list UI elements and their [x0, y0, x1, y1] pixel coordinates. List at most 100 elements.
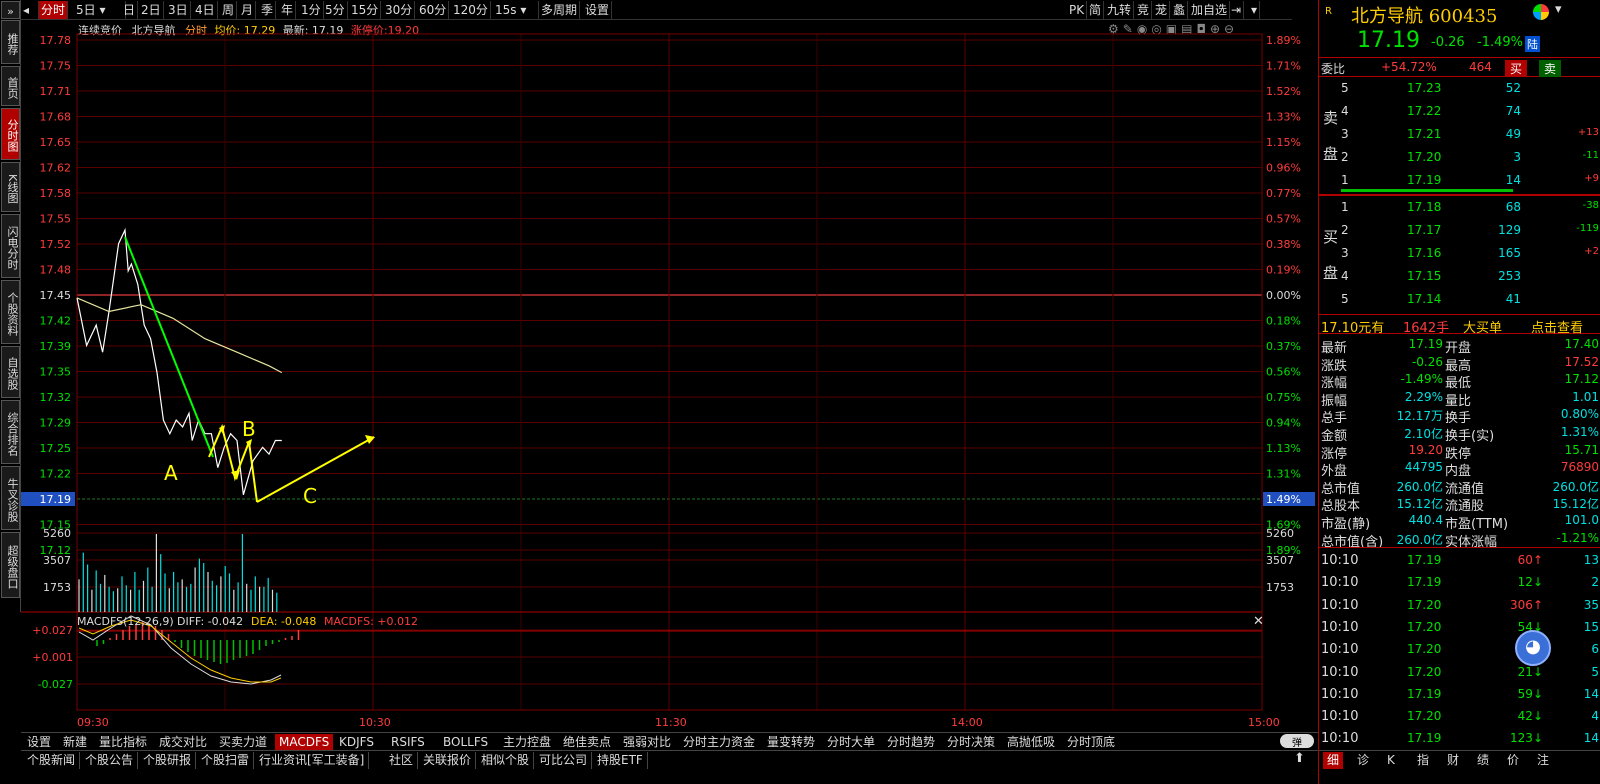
tab-30min[interactable]: 30分: [383, 1, 416, 19]
quote-tab[interactable]: 价: [1503, 752, 1523, 769]
tab-year[interactable]: 年: [279, 1, 297, 19]
quote-tab[interactable]: K: [1383, 752, 1399, 769]
menu-icon[interactable]: ▾: [1555, 2, 1562, 17]
tab-season[interactable]: 季: [259, 1, 277, 19]
indicator-tab[interactable]: 量比指标: [95, 734, 151, 751]
indicator-tab[interactable]: 分时主力资金: [679, 734, 759, 751]
indicator-tab[interactable]: 买卖力道: [215, 734, 271, 751]
quote-tab[interactable]: 指: [1413, 752, 1433, 769]
big-buy-row[interactable]: 17.10元有 1642手 大买单 点击查看: [1319, 314, 1600, 336]
indicator-tab[interactable]: 高抛低吸: [1003, 734, 1059, 751]
toolbar-prev-icon[interactable]: ◂: [21, 1, 39, 19]
quote-tab[interactable]: 绩: [1473, 752, 1493, 769]
exit-icon[interactable]: ⇥: [1229, 1, 1245, 19]
macd-close-icon[interactable]: ✕: [1253, 614, 1264, 629]
auction-button[interactable]: 竞: [1135, 1, 1153, 19]
sell-level[interactable]: 3 17.21 49 +13: [1319, 125, 1600, 143]
sidebar-item-diagnose[interactable]: 牛叉诊股: [1, 466, 20, 530]
sidebar-item-watchlist[interactable]: 自选股: [1, 346, 20, 398]
tab-1min[interactable]: 1分: [299, 1, 324, 19]
sidebar-arrow[interactable]: »: [1, 1, 20, 19]
sidebar-item-rank[interactable]: 综合排名: [1, 400, 20, 464]
sidebar-item-profile[interactable]: 个股资料: [1, 280, 20, 344]
tab-5min[interactable]: 5分: [323, 1, 348, 19]
sell-button[interactable]: 卖: [1539, 60, 1562, 77]
tab-timeshare[interactable]: 分时: [39, 1, 69, 19]
tab-multi-period[interactable]: 多周期: [539, 1, 581, 19]
tab-2day[interactable]: 2日: [139, 1, 164, 19]
pct-tick: 0.18%: [1266, 315, 1301, 328]
toolbar-more-icon[interactable]: ▾: [1249, 1, 1261, 19]
quote-tab[interactable]: 注: [1533, 752, 1553, 769]
tab-120min[interactable]: 120分: [451, 1, 491, 19]
tab-month[interactable]: 月: [239, 1, 257, 19]
buy-level[interactable]: 5 17.14 41: [1319, 290, 1600, 308]
sell-level[interactable]: 2 17.20 3 -11: [1319, 148, 1600, 166]
li-button[interactable]: 蠡: [1171, 1, 1189, 19]
indicator-tab[interactable]: 设置: [23, 734, 55, 751]
nine-turn-button[interactable]: 九转: [1105, 1, 1135, 19]
indicator-tab[interactable]: 分时趋势: [883, 734, 939, 751]
tab-15s[interactable]: 15s ▾: [493, 1, 539, 19]
news-tab[interactable]: 个股研报: [139, 752, 197, 769]
indicator-tab[interactable]: RSIFS: [387, 734, 429, 751]
rank-button[interactable]: 茏: [1153, 1, 1171, 19]
buy-level[interactable]: 4 17.15 253: [1319, 267, 1600, 285]
tab-5day[interactable]: 5日 ▾: [74, 1, 126, 19]
news-tab[interactable]: 关联报价: [419, 752, 477, 769]
pk-button[interactable]: PK: [1067, 1, 1088, 19]
indicator-tab[interactable]: 成交对比: [155, 734, 211, 751]
add-watchlist-button[interactable]: 加自选: [1189, 1, 1231, 19]
indicator-tab[interactable]: 绝佳卖点: [559, 734, 615, 751]
indicator-tab[interactable]: MACDFS: [275, 734, 334, 751]
indicator-tab[interactable]: 分时顶底: [1063, 734, 1119, 751]
scroll-top-icon[interactable]: ⬆: [1294, 751, 1305, 766]
sidebar-item-timeshare[interactable]: 分时图: [1, 108, 20, 160]
simple-button[interactable]: 简: [1087, 1, 1105, 19]
assistant-bot-icon[interactable]: ◕: [1515, 630, 1551, 666]
sidebar-item-recommend[interactable]: 推荐: [1, 20, 20, 64]
quote-tab[interactable]: 细: [1323, 752, 1344, 769]
news-tab[interactable]: 持股ETF: [593, 752, 648, 769]
indicator-tab[interactable]: 分时大单: [823, 734, 879, 751]
tab-day[interactable]: 日: [121, 1, 139, 19]
indicator-tabs: 设置 新建 量比指标 成交对比 买卖力道 MACDFS KDJFS RSIFS BOLLFS 主力…: [21, 732, 1318, 751]
sidebar-item-kline[interactable]: K线图: [1, 162, 20, 212]
tab-settings[interactable]: 设置: [583, 1, 613, 19]
news-tab[interactable]: 可比公司: [535, 752, 593, 769]
indicator-tab[interactable]: 分时决策: [943, 734, 999, 751]
indicator-tab[interactable]: BOLLFS: [439, 734, 492, 751]
pie-icon[interactable]: [1533, 4, 1549, 20]
sidebar-item-home[interactable]: 首页: [1, 66, 20, 106]
indicator-tab[interactable]: 主力控盘: [499, 734, 555, 751]
sell-level[interactable]: 1 17.19 14 +9: [1319, 171, 1600, 189]
big-buy-link[interactable]: 点击查看: [1531, 317, 1583, 336]
news-tab[interactable]: 个股公告: [81, 752, 139, 769]
buy-level[interactable]: 2 17.17 129 -119: [1319, 221, 1600, 239]
tab-week[interactable]: 周: [220, 1, 238, 19]
news-tab[interactable]: 行业资讯[军工装备]: [255, 752, 370, 769]
sidebar-item-flash[interactable]: 闪电分时: [1, 214, 20, 278]
buy-button[interactable]: 买: [1505, 60, 1528, 77]
buy-level[interactable]: 1 17.18 68 -38: [1319, 198, 1600, 216]
bullet-toggle[interactable]: 弹: [1280, 734, 1314, 749]
tab-15min[interactable]: 15分: [349, 1, 382, 19]
tab-3day[interactable]: 3日: [166, 1, 191, 19]
quote-tab[interactable]: 财: [1443, 752, 1463, 769]
news-tab[interactable]: 相似个股: [477, 752, 535, 769]
tab-4day[interactable]: 4日: [193, 1, 218, 19]
buy-level[interactable]: 3 17.16 165 +2: [1319, 244, 1600, 262]
tab-60min[interactable]: 60分: [417, 1, 450, 19]
news-tab[interactable]: 个股扫雷: [197, 752, 255, 769]
indicator-tab[interactable]: 新建: [59, 734, 91, 751]
sell-level[interactable]: 5 17.23 52: [1319, 79, 1600, 97]
sidebar-item-superbook[interactable]: 超级盘口: [1, 532, 20, 598]
indicator-tab[interactable]: 量变转势: [763, 734, 819, 751]
quote-price: 17.19: [1357, 28, 1420, 53]
quote-tab[interactable]: 诊: [1353, 752, 1373, 769]
news-tab[interactable]: 社区: [385, 752, 419, 769]
sell-level[interactable]: 4 17.22 74: [1319, 102, 1600, 120]
indicator-tab[interactable]: KDJFS: [335, 734, 378, 751]
news-tab[interactable]: 个股新闻: [23, 752, 81, 769]
indicator-tab[interactable]: 强弱对比: [619, 734, 675, 751]
